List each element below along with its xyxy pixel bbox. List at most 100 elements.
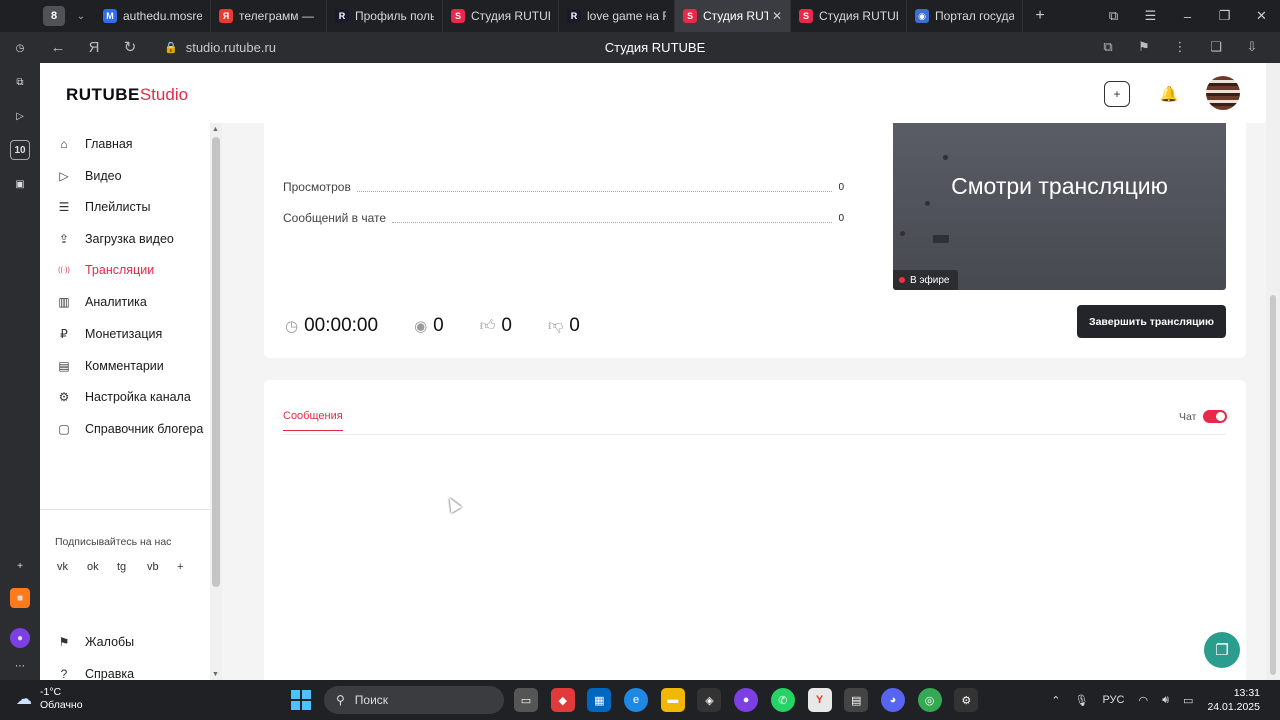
menu-icon[interactable]: ☰ bbox=[1132, 8, 1169, 24]
calculator-icon[interactable]: ▤ bbox=[844, 688, 869, 712]
scroll-down-icon[interactable]: ▼ bbox=[212, 671, 219, 678]
alice-icon[interactable]: ● bbox=[10, 628, 30, 648]
social-link-icon[interactable]: + bbox=[177, 561, 207, 573]
avatar[interactable] bbox=[1206, 76, 1240, 110]
url-field[interactable]: 🔒 studio.rutube.ru bbox=[164, 40, 276, 55]
gallery-icon[interactable]: ▣ bbox=[10, 174, 30, 194]
wifi-icon[interactable]: ◠ bbox=[1138, 694, 1148, 707]
sidebar-scroll-thumb[interactable] bbox=[212, 137, 220, 587]
extensions-icon[interactable]: ⧉ bbox=[1090, 39, 1126, 55]
clock[interactable]: 13:31 24.01.2025 bbox=[1207, 686, 1260, 714]
minimize-button[interactable]: – bbox=[1169, 9, 1206, 24]
chat-toggle[interactable] bbox=[1203, 410, 1227, 423]
discord-icon[interactable]: ◕ bbox=[880, 688, 905, 712]
upload-icon[interactable]: + bbox=[1104, 81, 1130, 107]
sidebar-item[interactable]: ⚙ Настройка канала bbox=[56, 385, 191, 409]
more-icon[interactable]: ⋮ bbox=[1162, 39, 1198, 55]
edge-icon[interactable]: e bbox=[624, 688, 649, 712]
app-shortcut-icon[interactable]: ■ bbox=[10, 588, 30, 608]
bell-icon[interactable]: 🔔 bbox=[1156, 81, 1182, 107]
sidebar-item[interactable]: ₽ Монетизация bbox=[56, 322, 162, 346]
bookmark-icon[interactable]: ⚑ bbox=[1126, 39, 1162, 55]
weather-widget[interactable]: ☁ -1°C Облачно bbox=[16, 686, 83, 712]
whatsapp-icon[interactable]: ✆ bbox=[770, 688, 795, 712]
sidebar-item[interactable]: ⚑ Жалобы bbox=[56, 630, 135, 654]
store-icon[interactable]: ▦ bbox=[587, 688, 612, 712]
calendar-icon[interactable]: 10 bbox=[10, 140, 30, 160]
sidebar-scrollbar[interactable]: ▲ ▼ bbox=[210, 123, 222, 680]
sidebar-item[interactable]: ▥ Аналитика bbox=[56, 290, 147, 314]
browser-tab[interactable]: ◉ Портал госуда bbox=[907, 0, 1023, 32]
alice-taskbar-icon[interactable]: ● bbox=[734, 688, 759, 712]
mic-icon[interactable]: 🎙︎ bbox=[1074, 694, 1088, 707]
download-icon[interactable]: ⇩ bbox=[1234, 39, 1270, 55]
yandex-icon[interactable]: Я bbox=[76, 39, 112, 56]
viewers-metric: ◉ 0 bbox=[414, 315, 444, 337]
history-icon[interactable]: ◷ bbox=[10, 38, 30, 58]
sidebar-item[interactable]: ⌂ Главная bbox=[56, 132, 132, 156]
social-link-icon[interactable]: tg bbox=[117, 561, 147, 573]
page-scrollbar[interactable] bbox=[1266, 63, 1280, 680]
app-header: RUTUBEStudio + 🔔 bbox=[40, 63, 1266, 123]
collections-icon[interactable]: ❏ bbox=[1198, 39, 1234, 55]
app-icon-gear[interactable]: ⚙ bbox=[954, 688, 979, 712]
explorer-icon[interactable]: ▬ bbox=[660, 688, 685, 712]
browser-tab[interactable]: S Студия RUTUBE bbox=[791, 0, 907, 32]
sidebar-item[interactable]: ((·)) Трансляции bbox=[56, 258, 154, 282]
close-window-button[interactable]: ✕ bbox=[1243, 8, 1280, 24]
reload-button[interactable]: ↻ bbox=[112, 38, 148, 56]
chrome-icon[interactable]: ◎ bbox=[917, 688, 942, 712]
browser-tab[interactable]: S Студия RUTUBE bbox=[443, 0, 559, 32]
start-button[interactable] bbox=[291, 690, 311, 710]
stream-preview[interactable]: Смотри трансляцию В эфире bbox=[893, 123, 1226, 290]
tray-chevron-icon[interactable]: ⌃ bbox=[1051, 694, 1060, 707]
end-stream-button[interactable]: Завершить трансляцию bbox=[1077, 305, 1226, 338]
sidebar-item-label: Видео bbox=[85, 169, 122, 183]
sidebar-item[interactable]: ⇪ Загрузка видео bbox=[56, 227, 174, 251]
app-icon-red[interactable]: ◆ bbox=[550, 688, 575, 712]
apps-icon[interactable]: ⧉ bbox=[10, 72, 30, 92]
volume-icon[interactable]: 🔊︎ bbox=[1162, 694, 1169, 707]
close-tab-icon[interactable]: ✕ bbox=[772, 9, 782, 23]
browser-tab[interactable]: Mauthedu.mosreg bbox=[95, 0, 211, 32]
back-button[interactable]: ← bbox=[40, 39, 76, 56]
tabs-dropdown-icon[interactable]: ⌄ bbox=[71, 11, 91, 22]
language-indicator[interactable]: РУС bbox=[1102, 694, 1124, 706]
scroll-up-icon[interactable]: ▲ bbox=[212, 126, 219, 133]
sidebar-item[interactable]: ▤ Комментарии bbox=[56, 354, 163, 378]
likes-value: 0 bbox=[501, 315, 512, 336]
rutube-studio-logo[interactable]: RUTUBEStudio bbox=[66, 85, 188, 105]
browser-tab[interactable]: Rlove game на R bbox=[559, 0, 675, 32]
app-icon-dark[interactable]: ◈ bbox=[697, 688, 722, 712]
sidebar-more-icon[interactable]: ⋯ bbox=[10, 656, 30, 676]
stat-row: Просмотров 0 bbox=[283, 180, 844, 194]
tab-counter[interactable]: 8 bbox=[43, 6, 65, 26]
support-chat-button[interactable]: ❐ bbox=[1204, 632, 1240, 668]
yandex-browser-icon[interactable]: Y bbox=[807, 688, 832, 712]
page-scroll-thumb[interactable] bbox=[1270, 295, 1276, 675]
browser-tab[interactable]: S Студия RUTUBE ✕ bbox=[675, 0, 791, 32]
sidebar-item[interactable]: ? Справка bbox=[56, 662, 134, 680]
sidebar-item-label: Жалобы bbox=[85, 635, 135, 649]
new-tab-button[interactable]: + bbox=[1029, 5, 1051, 27]
preview-text: Смотри трансляцию bbox=[951, 173, 1168, 199]
add-panel-icon[interactable]: + bbox=[10, 556, 30, 576]
task-view-icon[interactable]: ▭ bbox=[514, 688, 538, 712]
play-icon[interactable]: ▷ bbox=[10, 106, 30, 126]
tab-messages[interactable]: Сообщения bbox=[283, 410, 343, 431]
sidebar-item-label: Настройка канала bbox=[85, 390, 191, 404]
sidebar-item[interactable]: ▷ Видео bbox=[56, 164, 122, 188]
restore-button[interactable]: ❐ bbox=[1206, 8, 1243, 24]
follow-label: Подписывайтесь на нас bbox=[55, 536, 172, 548]
taskbar-search[interactable]: ⚲ Поиск bbox=[324, 686, 504, 714]
logo-studio: Studio bbox=[139, 85, 189, 104]
sidebar-item[interactable]: ☰ Плейлисты bbox=[56, 195, 151, 219]
browser-tab[interactable]: Ятелеграмм — Я bbox=[211, 0, 327, 32]
sidebar-item[interactable]: ▢ Справочник блогера bbox=[56, 417, 203, 441]
social-link-icon[interactable]: vb bbox=[147, 561, 177, 573]
browser-tab[interactable]: R Профиль поль bbox=[327, 0, 443, 32]
tabs-menu-icon[interactable]: ⧉ bbox=[1095, 8, 1132, 24]
battery-icon[interactable]: ▭ bbox=[1183, 694, 1193, 707]
social-link-icon[interactable]: vk bbox=[57, 561, 87, 573]
social-link-icon[interactable]: ok bbox=[87, 561, 117, 573]
